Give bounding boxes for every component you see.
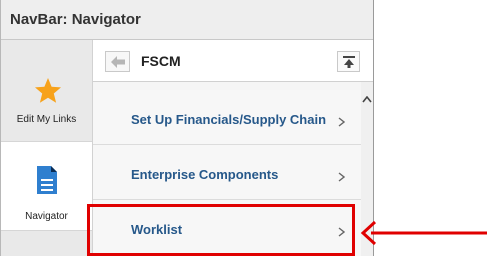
chevron-right-icon [338, 117, 345, 127]
back-button[interactable] [105, 51, 130, 72]
menu-item-label: Enterprise Components [131, 167, 279, 182]
navbar-title-bar: NavBar: Navigator [1, 0, 373, 40]
chevron-up-icon [362, 96, 372, 103]
menu-item-enterprise-components[interactable]: Enterprise Components [93, 145, 361, 200]
menu-item-label: Set Up Financials/Supply Chain [131, 112, 327, 127]
menu-item-set-up-financials[interactable]: Set Up Financials/Supply Chain [93, 90, 361, 145]
scroll-to-top-icon [343, 56, 355, 68]
star-icon [35, 78, 61, 103]
document-icon [37, 166, 57, 194]
navbar-sidebar: Edit My Links Navigator [1, 40, 93, 256]
sidebar-item-edit-my-links[interactable]: Edit My Links [1, 40, 92, 141]
scroll-to-top-button[interactable] [337, 51, 360, 72]
navigator-header: FSCM [93, 40, 373, 82]
pointer-arrow-icon [360, 220, 487, 246]
sidebar-item-label: Navigator [25, 211, 68, 222]
worklist-highlight-box [87, 204, 355, 256]
sidebar-item-navigator[interactable]: Navigator [1, 141, 92, 231]
navigator-title: FSCM [141, 53, 181, 69]
sidebar-item-label: Edit My Links [16, 114, 77, 125]
back-arrow-icon [111, 56, 125, 68]
chevron-right-icon [338, 172, 345, 182]
navbar-title: NavBar: Navigator [10, 11, 141, 28]
sidebar-item-more[interactable] [1, 231, 92, 256]
